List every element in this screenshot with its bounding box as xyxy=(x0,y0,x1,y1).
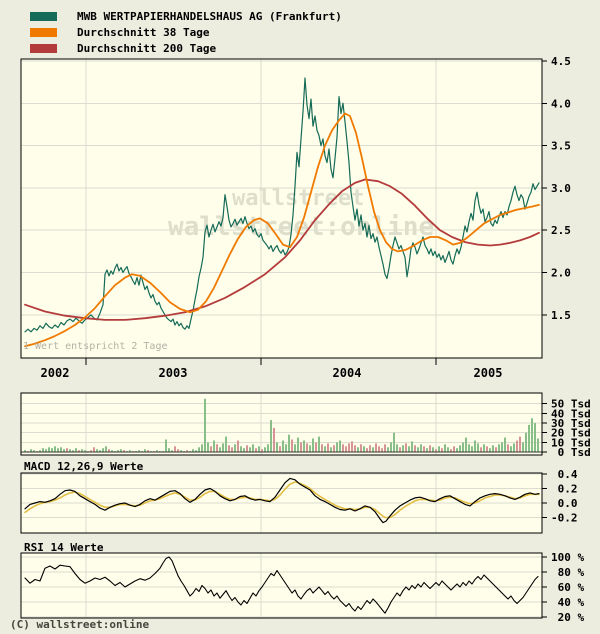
legend-swatch-ma200 xyxy=(30,44,57,53)
macd-y-tick-label: 0.4 xyxy=(551,468,578,481)
rsi-panel-title: RSI 14 Werte xyxy=(24,541,103,554)
legend-item: Durchschnitt 38 Tage xyxy=(30,24,342,40)
rsi-y-tick-label: 20 % xyxy=(551,611,584,624)
macd-y-tick-label: -0.2 xyxy=(551,512,578,525)
macd-y-tick-label: 0.2 xyxy=(551,483,578,496)
legend: MWB WERTPAPIERHANDELSHAUS AG (Frankfurt)… xyxy=(30,8,342,56)
price-y-tick-label: 1.5 xyxy=(551,309,571,322)
price-y-tick-label: 2.0 xyxy=(551,267,571,280)
volume-chart: 50 Tsd40 Tsd30 Tsd20 Tsd10 Tsd 0 Tsd xyxy=(21,393,600,467)
legend-swatch-price xyxy=(30,12,57,21)
legend-item: Durchschnitt 200 Tage xyxy=(30,40,342,56)
rsi-y-tick-label: 100 % xyxy=(551,551,584,564)
legend-swatch-ma38 xyxy=(30,28,57,37)
macd-panel-title: MACD 12,26,9 Werte xyxy=(24,460,143,473)
rsi-y-tick-label: 60 % xyxy=(551,581,584,594)
volume-y-tick-label: 0 Tsd xyxy=(551,446,591,459)
rsi-y-tick-label: 80 % xyxy=(551,566,584,579)
legend-label-ma200: Durchschnitt 200 Tage xyxy=(77,42,216,55)
price-y-tick-label: 3.0 xyxy=(551,182,571,195)
legend-label-ma38: Durchschnitt 38 Tage xyxy=(77,26,209,39)
price-y-tick-label: 4.5 xyxy=(551,55,571,68)
rsi-chart: 100 % 80 % 60 % 40 % 20 % xyxy=(21,553,600,630)
price-y-tick-label: 3.5 xyxy=(551,140,571,153)
stock-chart-page: MWB WERTPAPIERHANDELSHAUS AG (Frankfurt)… xyxy=(0,0,600,634)
legend-item: MWB WERTPAPIERHANDELSHAUS AG (Frankfurt) xyxy=(30,8,342,24)
price-y-tick-label: 2.5 xyxy=(551,224,571,237)
scale-note: 1 Wert entspricht 2 Tage xyxy=(23,341,168,352)
price-y-tick-label: 4.0 xyxy=(551,97,571,110)
macd-y-tick-label: 0.0 xyxy=(551,497,578,510)
legend-label-price: MWB WERTPAPIERHANDELSHAUS AG (Frankfurt) xyxy=(77,10,342,23)
macd-chart: 0.4 0.2 0.0-0.2 xyxy=(21,473,600,545)
rsi-y-tick-label: 40 % xyxy=(551,596,584,609)
price-chart: wallstreetwallstreet:online4.54.03.53.02… xyxy=(21,59,600,370)
